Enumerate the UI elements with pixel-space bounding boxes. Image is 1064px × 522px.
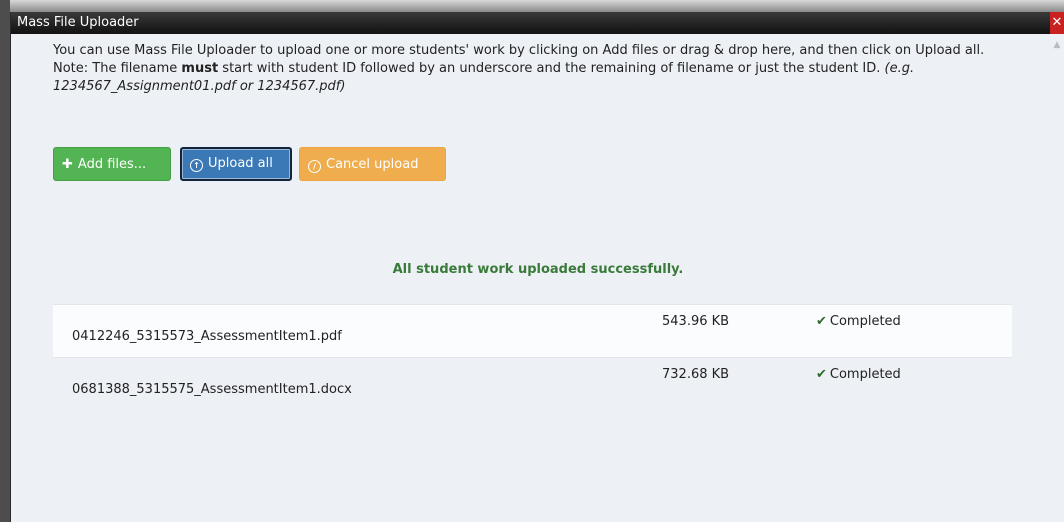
file-status: ✔ Completed <box>816 314 901 329</box>
cancel-upload-button[interactable]: / Cancel upload <box>299 147 446 181</box>
file-name: 0412246_5315573_AssessmentItem1.pdf <box>72 329 342 344</box>
upload-circle-icon: ↑ <box>190 159 203 172</box>
checkmark-icon: ✔ <box>816 367 827 382</box>
close-icon: ✕ <box>1051 15 1063 30</box>
note-emphasis: must <box>181 61 219 76</box>
add-files-button[interactable]: ✚ Add files... <box>53 147 171 181</box>
background-top-edge <box>0 0 1064 12</box>
mass-file-uploader-dialog: Mass File Uploader ✕ ▲ You can use Mass … <box>10 12 1064 522</box>
cancel-upload-label: Cancel upload <box>326 157 419 172</box>
file-name: 0681388_5315575_AssessmentItem1.docx <box>72 382 352 397</box>
add-files-label: Add files... <box>77 157 147 172</box>
file-status-label: Completed <box>829 314 901 329</box>
dialog-titlebar[interactable]: Mass File Uploader ✕ <box>11 12 1064 34</box>
upload-all-label: Upload all <box>208 156 273 171</box>
note-suffix: start with student ID followed by an und… <box>218 61 885 76</box>
ban-icon: / <box>308 160 321 173</box>
upload-all-button[interactable]: ↑ Upload all <box>180 147 292 181</box>
uploaded-files-list: 0412246_5315573_AssessmentItem1.pdf 543.… <box>53 304 1012 412</box>
scroll-up-arrow-icon[interactable]: ▲ <box>1052 40 1062 50</box>
file-row: 0412246_5315573_AssessmentItem1.pdf 543.… <box>53 304 1012 358</box>
plus-icon: ✚ <box>62 157 73 172</box>
file-size: 732.68 KB <box>662 367 730 382</box>
file-size: 543.96 KB <box>662 314 730 329</box>
file-status: ✔ Completed <box>816 367 901 382</box>
file-row: 0681388_5315575_AssessmentItem1.docx 732… <box>53 358 1012 412</box>
file-status-label: Completed <box>829 367 901 382</box>
upload-success-message: All student work uploaded successfully. <box>392 262 684 277</box>
dialog-title: Mass File Uploader <box>17 15 139 30</box>
close-button[interactable]: ✕ <box>1050 12 1064 34</box>
checkmark-icon: ✔ <box>816 314 827 329</box>
note-prefix: Note: The filename <box>53 61 182 76</box>
instructions-panel: You can use Mass File Uploader to upload… <box>53 42 1013 96</box>
filename-note: Note: The filename must start with stude… <box>53 60 1013 96</box>
background-left-edge <box>0 0 10 522</box>
intro-text: You can use Mass File Uploader to upload… <box>53 43 985 58</box>
